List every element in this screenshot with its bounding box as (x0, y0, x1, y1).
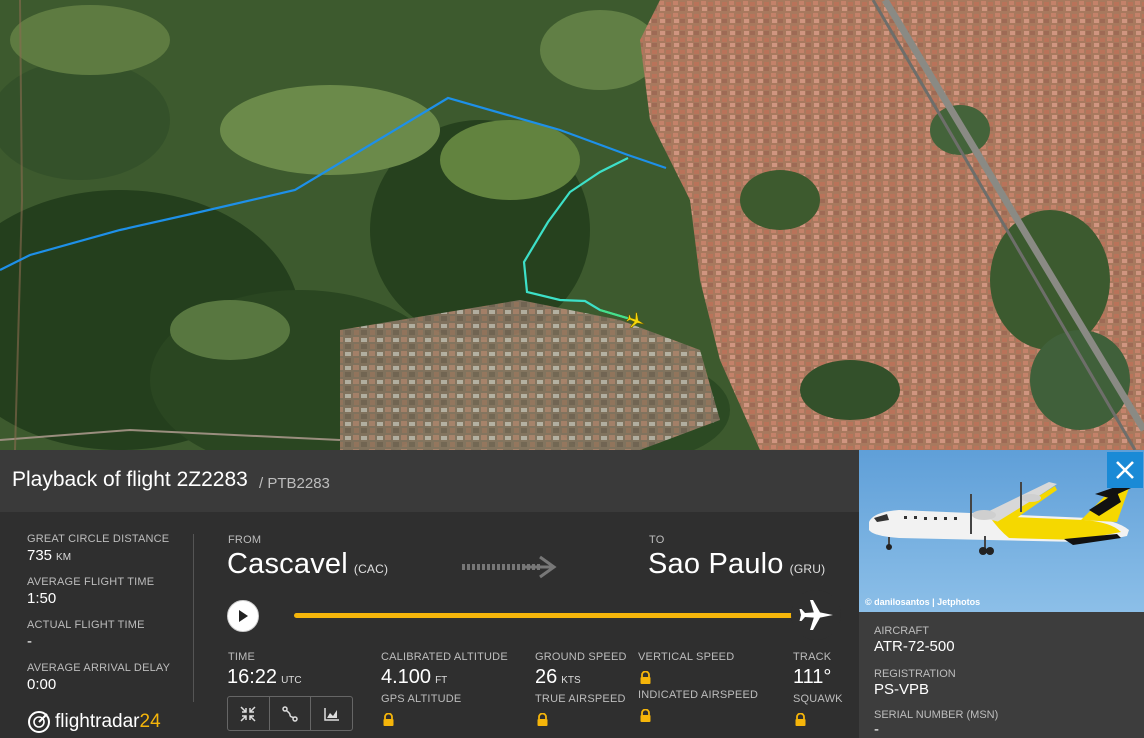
to-label: TO (649, 534, 665, 546)
aircraft-photo[interactable]: © danilosantos | Jetphotos (859, 450, 1144, 612)
close-button[interactable] (1107, 452, 1143, 488)
serial-number-value: - (874, 721, 879, 738)
callsign-subtitle: / PTB2283 (259, 475, 330, 492)
aircraft-info-panel: © danilosantos | Jetphotos AIRCRAFT ATR-… (859, 450, 1144, 738)
map-view[interactable] (0, 0, 1144, 450)
actual-flight-time-label: ACTUAL FLIGHT TIME (27, 619, 145, 631)
airplane-icon (799, 600, 833, 630)
track-label: TRACK (793, 651, 832, 663)
time-label: TIME (228, 651, 256, 663)
chart-button[interactable] (311, 697, 352, 730)
collapse-button[interactable] (228, 697, 270, 730)
play-button[interactable] (227, 600, 259, 632)
squawk-label: SQUAWK (793, 693, 843, 705)
arrival-delay-label: AVERAGE ARRIVAL DELAY (27, 662, 171, 674)
collapse-icon (240, 705, 256, 722)
registration-label: REGISTRATION (874, 668, 956, 680)
route-button[interactable] (270, 697, 312, 730)
lock-icon (640, 671, 651, 684)
flightradar24-logo[interactable]: flightradar24 (27, 709, 161, 735)
play-icon (239, 610, 248, 622)
divider (193, 534, 194, 702)
photo-credit[interactable]: © danilosantos | Jetphotos (865, 597, 980, 607)
registration-value: PS-VPB (874, 681, 930, 698)
page-title: Playback of flight 2Z2283 (12, 468, 248, 491)
great-circle-value: 735 KM (27, 547, 72, 564)
route-arrow-icon (462, 555, 557, 579)
satellite-map[interactable] (0, 0, 1144, 450)
flight-playback-panel: Playback of flight 2Z2283 / PTB2283 GREA… (0, 450, 859, 738)
lock-icon (640, 709, 651, 722)
serial-number-label: SERIAL NUMBER (MSN) (874, 709, 999, 721)
playback-progress-bar[interactable] (294, 613, 814, 618)
ground-speed-label: GROUND SPEED (535, 651, 627, 663)
ground-speed-value: 26 KTS (535, 666, 581, 688)
calibrated-altitude-label: CALIBRATED ALTITUDE (381, 651, 508, 663)
close-icon (1116, 461, 1134, 479)
avg-flight-time-label: AVERAGE FLIGHT TIME (27, 576, 155, 588)
origin-city: Cascavel (CAC) (227, 548, 389, 580)
vertical-speed-label: VERTICAL SPEED (638, 651, 735, 663)
gps-altitude-label: GPS ALTITUDE (381, 693, 462, 705)
aircraft-photo-image (859, 450, 1144, 612)
aircraft-value: ATR-72-500 (874, 638, 955, 655)
destination-city: Sao Paulo (GRU) (648, 548, 826, 580)
title-bar: Playback of flight 2Z2283 / PTB2283 (0, 450, 859, 512)
time-value: 16:22 UTC (227, 666, 302, 688)
lock-icon (537, 713, 548, 726)
chart-icon (323, 707, 339, 721)
lock-icon (383, 713, 394, 726)
indicated-airspeed-label: INDICATED AIRSPEED (638, 689, 759, 701)
from-label: FROM (228, 534, 262, 546)
logo-text: flightradar24 (55, 711, 161, 732)
calibrated-altitude-value: 4.100 FT (381, 666, 448, 688)
track-value: 111° (793, 666, 832, 688)
true-airspeed-label: TRUE AIRSPEED (535, 693, 626, 705)
aircraft-label: AIRCRAFT (874, 625, 929, 637)
actual-flight-time-value: - (27, 633, 32, 650)
lock-icon (795, 713, 806, 726)
view-tools (227, 696, 353, 731)
radar-logo-icon (28, 711, 50, 733)
route-icon (282, 705, 298, 722)
avg-flight-time-value: 1:50 (27, 590, 57, 607)
playback-slider-handle[interactable] (791, 590, 841, 640)
great-circle-label: GREAT CIRCLE DISTANCE (27, 533, 170, 545)
arrival-delay-value: 0:00 (27, 676, 57, 693)
